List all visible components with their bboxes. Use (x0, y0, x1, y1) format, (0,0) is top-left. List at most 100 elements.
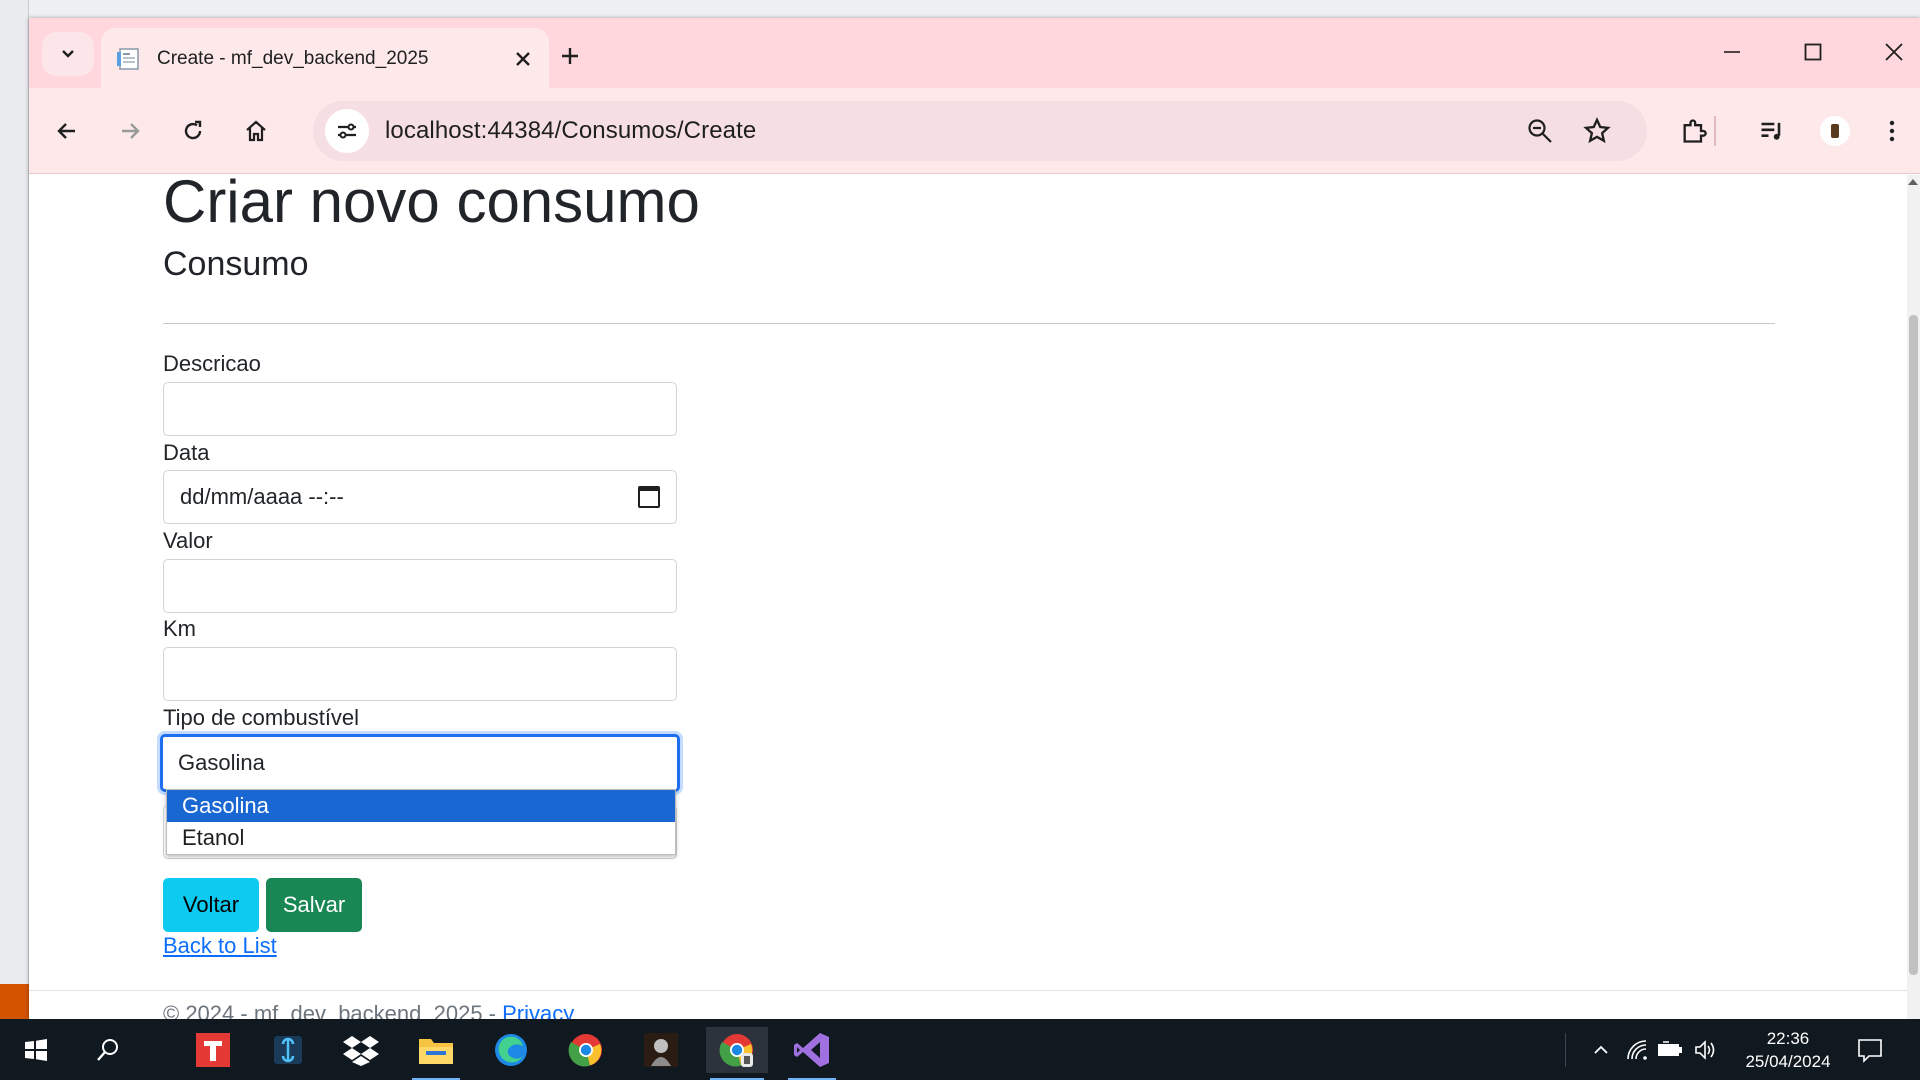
km-label: Km (163, 616, 196, 641)
tab-strip: Create - mf_dev_backend_2025 (29, 18, 1920, 88)
arrow-right-icon (122, 123, 140, 139)
select-value: Gasolina (178, 750, 265, 775)
notification-icon (1858, 1039, 1882, 1063)
back-button[interactable] (44, 108, 90, 154)
valor-input[interactable] (163, 559, 677, 613)
taskbar-app-visual-studio[interactable] (784, 1027, 840, 1080)
network-status[interactable] (1624, 1037, 1650, 1063)
close-icon (1885, 43, 1903, 61)
wifi-icon (1627, 1040, 1647, 1060)
tab-title: Create - mf_dev_backend_2025 (157, 48, 429, 69)
chrome-icon (568, 1034, 602, 1067)
t-app-icon (196, 1033, 230, 1067)
battery-status[interactable] (1657, 1037, 1683, 1063)
media-controls-button[interactable] (1749, 108, 1795, 154)
tune-icon (338, 123, 356, 139)
page-content: Criar novo consumo Consumo Descricao Dat… (29, 175, 1907, 1019)
tipo-combustivel-select[interactable]: Gasolina (160, 734, 680, 792)
close-window-button[interactable] (1866, 30, 1920, 74)
close-icon (516, 52, 530, 66)
battery-icon (1658, 1041, 1682, 1056)
puzzle-icon (1683, 119, 1707, 143)
dropbox-icon (343, 1036, 379, 1066)
star-icon (1583, 117, 1611, 144)
plus-icon (562, 48, 578, 64)
volume-control[interactable] (1692, 1037, 1718, 1063)
voltar-button[interactable]: Voltar (163, 878, 259, 932)
page-title: Criar novo consumo (163, 175, 700, 235)
taskbar-app-chrome-profile[interactable] (706, 1027, 768, 1080)
action-center-button[interactable] (1857, 1037, 1883, 1063)
taskbar-app-dropbox[interactable] (333, 1027, 389, 1073)
km-input[interactable] (163, 647, 677, 701)
option-gasolina[interactable]: Gasolina (167, 790, 675, 822)
select-dropdown-list: Gasolina Etanol (166, 789, 676, 855)
reload-button[interactable] (170, 108, 216, 154)
page-scrollbar[interactable] (1907, 175, 1920, 1019)
chevron-up-icon (1594, 1045, 1608, 1054)
data-placeholder: dd/mm/aaaa --:-- (180, 484, 344, 509)
show-hidden-icons-button[interactable] (1588, 1037, 1614, 1063)
folder-icon (419, 1039, 453, 1064)
calendar-icon[interactable] (638, 486, 660, 508)
minimize-button[interactable] (1704, 30, 1760, 74)
maximize-icon (1804, 43, 1822, 61)
taskbar-separator (1565, 1033, 1566, 1067)
extensions-button[interactable] (1671, 108, 1717, 154)
forward-button[interactable] (107, 108, 153, 154)
toolbar-separator (1714, 116, 1716, 146)
site-info-button[interactable] (325, 109, 369, 153)
taskbar-app-game[interactable] (633, 1027, 689, 1073)
url-text[interactable]: localhost:44384/Consumos/Create (385, 117, 756, 145)
windows-logo-icon (25, 1039, 47, 1061)
footer-text: © 2024 - mf_dev_backend_2025 - Privacy (163, 1001, 574, 1019)
taskbar-app-edge[interactable] (483, 1027, 539, 1073)
zoom-out-icon (1528, 119, 1552, 143)
descricao-input[interactable] (163, 382, 677, 436)
taskbar-app-chrome[interactable] (558, 1027, 614, 1073)
tab-active[interactable]: Create - mf_dev_backend_2025 (101, 28, 549, 88)
data-datetime-input[interactable]: dd/mm/aaaa --:-- (163, 470, 677, 524)
valor-label: Valor (163, 528, 213, 553)
form-subtitle: Consumo (163, 245, 309, 283)
desktop-background (0, 0, 29, 1020)
descricao-label: Descricao (163, 351, 261, 376)
data-label: Data (163, 440, 210, 465)
taskbar-app-file-explorer[interactable] (408, 1027, 464, 1080)
edge-icon (495, 1034, 527, 1066)
scroll-thumb[interactable] (1909, 315, 1918, 975)
tipo-combustivel-label: Tipo de combustível (163, 705, 360, 730)
page-footer: © 2024 - mf_dev_backend_2025 - Privacy (29, 990, 1907, 1019)
chevron-down-icon (62, 50, 74, 58)
back-to-list-link[interactable]: Back to List (163, 933, 277, 959)
privacy-link[interactable]: Privacy (502, 1001, 574, 1019)
chrome-profile-icon (719, 1034, 753, 1067)
windows-taskbar: 22:36 25/04/2024 (0, 1019, 1920, 1080)
divider (163, 323, 1775, 324)
browser-window: Create - mf_dev_backend_2025 localhost:4… (29, 18, 1920, 1019)
address-bar[interactable]: localhost:44384/Consumos/Create (313, 101, 1647, 161)
taskbar-app-t[interactable] (185, 1027, 241, 1073)
bookmark-button[interactable] (1575, 109, 1619, 153)
zoom-button[interactable] (1518, 109, 1562, 153)
home-button[interactable] (233, 108, 279, 154)
clock-time: 22:36 (1766, 1029, 1810, 1048)
clock-date: 25/04/2024 (1745, 1052, 1831, 1071)
maximize-button[interactable] (1785, 30, 1841, 74)
tab-search-button[interactable] (42, 32, 94, 76)
tab-close-button[interactable] (509, 45, 537, 73)
minimize-icon (1724, 51, 1740, 53)
copyright-text: © 2024 - mf_dev_backend_2025 - (163, 1001, 503, 1019)
visual-studio-icon (794, 1033, 829, 1067)
new-tab-button[interactable] (552, 38, 588, 74)
start-button[interactable] (8, 1027, 64, 1073)
menu-button[interactable] (1869, 108, 1915, 154)
option-etanol[interactable]: Etanol (167, 822, 675, 854)
system-clock[interactable]: 22:36 25/04/2024 (1733, 1027, 1843, 1073)
scroll-up-icon[interactable] (1908, 179, 1918, 185)
home-icon (246, 120, 266, 142)
search-button[interactable] (80, 1027, 136, 1073)
salvar-button[interactable]: Salvar (266, 878, 362, 932)
taskbar-app-ssms[interactable] (260, 1027, 316, 1073)
profile-button[interactable] (1812, 108, 1858, 154)
